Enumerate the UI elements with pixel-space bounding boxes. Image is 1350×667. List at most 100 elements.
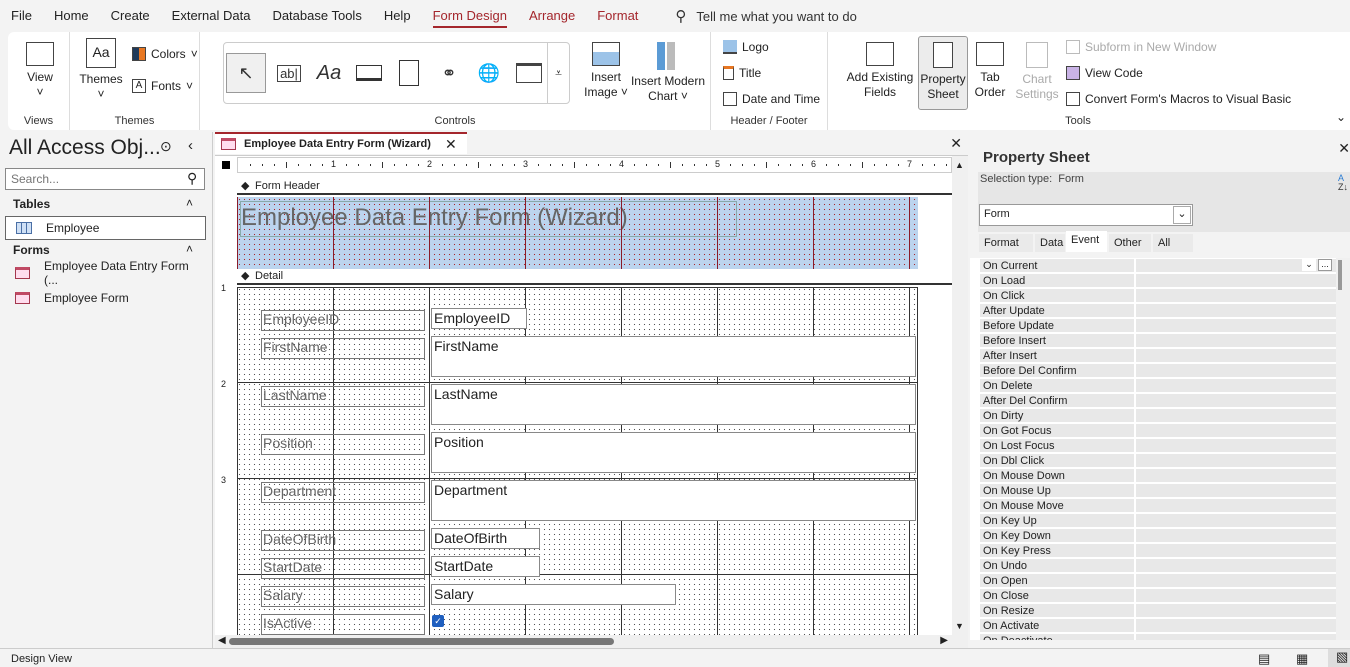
colors-button[interactable]: Colors ˅ (132, 47, 198, 61)
property-row[interactable]: On Key Down (980, 529, 1336, 544)
detail-section[interactable]: EmployeeID EmployeeID FirstName FirstName La… (237, 287, 918, 635)
field-label-salary[interactable]: Salary (261, 586, 425, 607)
property-value[interactable] (1134, 499, 1336, 512)
chevron-down-icon[interactable]: ⌄ (1302, 259, 1316, 271)
property-value[interactable] (1134, 619, 1336, 632)
convert-macros-button[interactable]: Convert Form's Macros to Visual Basic (1066, 92, 1291, 106)
subform-new-window-button[interactable]: Subform in New Window (1066, 40, 1216, 54)
gallery-more-button[interactable]: ⩡ (547, 43, 569, 103)
nav-item-employee-table[interactable]: Employee (5, 216, 206, 240)
field-textbox-salary[interactable]: Salary (431, 584, 676, 605)
isactive-checkbox[interactable]: ✓ (432, 615, 444, 627)
property-row[interactable]: On Mouse Move (980, 499, 1336, 514)
form-selector[interactable] (222, 161, 230, 169)
property-row[interactable]: On Delete (980, 379, 1336, 394)
property-row[interactable]: On Click (980, 289, 1336, 304)
view-code-button[interactable]: View Code (1066, 66, 1143, 80)
builder-button[interactable]: ... (1318, 259, 1332, 271)
menu-file[interactable]: File (0, 0, 43, 32)
property-value[interactable] (1134, 319, 1336, 332)
vertical-scrollbar[interactable]: ▲ ▼ (952, 156, 968, 635)
menu-create[interactable]: Create (100, 0, 161, 32)
field-textbox-dateofbirth[interactable]: DateOfBirth (431, 528, 540, 549)
property-row[interactable]: Before Del Confirm (980, 364, 1336, 379)
scroll-thumb[interactable] (229, 638, 614, 645)
fonts-button[interactable]: A Fonts ˅ (132, 79, 193, 93)
property-value[interactable] (1134, 364, 1336, 377)
menu-database-tools[interactable]: Database Tools (261, 0, 372, 32)
field-label-department[interactable]: Department (261, 482, 425, 503)
property-row[interactable]: Before Update (980, 319, 1336, 334)
property-row[interactable]: On Key Press (980, 544, 1336, 559)
view-button[interactable]: View ˅ (18, 42, 62, 100)
property-value[interactable] (1134, 274, 1336, 287)
property-value[interactable] (1134, 394, 1336, 407)
nav-group-tables[interactable]: Tables (13, 197, 50, 211)
property-row[interactable]: On Resize (980, 604, 1336, 619)
property-row[interactable]: On Key Up (980, 514, 1336, 529)
logo-button[interactable]: Logo (723, 40, 769, 54)
property-value[interactable] (1134, 529, 1336, 542)
property-value[interactable] (1134, 304, 1336, 317)
property-sheet-button[interactable]: Property Sheet (918, 36, 968, 110)
close-document-icon[interactable]: ✕ (950, 135, 962, 152)
horizontal-scrollbar[interactable]: ◀ ▶ (215, 635, 968, 648)
form-header-section[interactable]: Employee Data Entry Form (Wizard) (237, 197, 918, 269)
field-label-isactive[interactable]: IsActive (261, 614, 425, 635)
property-row[interactable]: On Lost Focus (980, 439, 1336, 454)
property-value[interactable] (1134, 439, 1336, 452)
property-row[interactable]: On Open (980, 574, 1336, 589)
insert-modern-chart-button[interactable]: Insert Modern Chart ˅ (630, 42, 706, 104)
property-value[interactable] (1134, 379, 1336, 392)
nav-group-forms[interactable]: Forms (13, 243, 50, 257)
text-box-icon[interactable]: ab| (272, 56, 306, 90)
tab-order-button[interactable]: Tab Order (972, 42, 1008, 100)
date-time-button[interactable]: Date and Time (723, 92, 820, 106)
field-textbox-position[interactable]: Position (431, 432, 916, 473)
collapse-ribbon-icon[interactable]: ⌄ (1336, 110, 1346, 124)
chevron-up-icon[interactable]: ˄ (186, 242, 193, 256)
nav-item-employee-data-entry-form[interactable]: Employee Data Entry Form (... (5, 259, 206, 287)
nav-title[interactable]: All Access Obj... (9, 136, 161, 160)
property-row[interactable]: On Mouse Down (980, 469, 1336, 484)
property-value[interactable] (1134, 409, 1336, 422)
field-textbox-startdate[interactable]: StartDate (431, 556, 540, 577)
menu-help[interactable]: Help (373, 0, 422, 32)
field-label-lastname[interactable]: LastName (261, 386, 425, 407)
field-label-dateofbirth[interactable]: DateOfBirth (261, 530, 425, 551)
field-label-firstname[interactable]: FirstName (261, 338, 425, 359)
property-value[interactable] (1134, 514, 1336, 527)
nav-search-input[interactable] (5, 168, 205, 190)
tab-other[interactable]: Other (1109, 234, 1151, 252)
menu-form-design[interactable]: Form Design (422, 0, 518, 32)
hyperlink-icon[interactable]: ⚭ (432, 56, 466, 90)
property-row[interactable]: After Del Confirm (980, 394, 1336, 409)
close-tab-icon[interactable]: ✕ (445, 136, 457, 153)
property-value[interactable] (1134, 589, 1336, 602)
selection-dropdown[interactable]: Form ⌄ (979, 204, 1193, 226)
field-label-startdate[interactable]: StartDate (261, 558, 425, 579)
field-textbox-employeeid[interactable]: EmployeeID (431, 308, 527, 329)
property-row[interactable]: After Update (980, 304, 1336, 319)
menu-arrange[interactable]: Arrange (518, 0, 586, 32)
property-row[interactable]: On Load (980, 274, 1336, 289)
button-icon[interactable] (352, 56, 386, 90)
property-value[interactable] (1134, 454, 1336, 467)
nav-item-employee-form[interactable]: Employee Form (5, 286, 206, 310)
property-value[interactable] (1134, 484, 1336, 497)
form-header-band[interactable]: ◆ Form Header (237, 179, 952, 195)
menu-format[interactable]: Format (586, 0, 649, 32)
property-value[interactable] (1134, 634, 1336, 640)
property-row[interactable]: Before Insert (980, 334, 1336, 349)
property-row[interactable]: On Activate (980, 619, 1336, 634)
property-row[interactable]: On Dirty (980, 409, 1336, 424)
property-value[interactable] (1134, 604, 1336, 617)
close-pane-icon[interactable]: ✕ (1338, 140, 1350, 157)
tab-control-icon[interactable] (392, 56, 426, 90)
add-existing-fields-button[interactable]: Add Existing Fields (844, 42, 916, 100)
property-value[interactable] (1134, 544, 1336, 557)
property-row[interactable]: On Got Focus (980, 424, 1336, 439)
field-textbox-department[interactable]: Department (431, 480, 916, 521)
field-label-employeeid[interactable]: EmployeeID (261, 310, 425, 331)
layout-view-icon[interactable]: ▦ (1296, 651, 1308, 667)
